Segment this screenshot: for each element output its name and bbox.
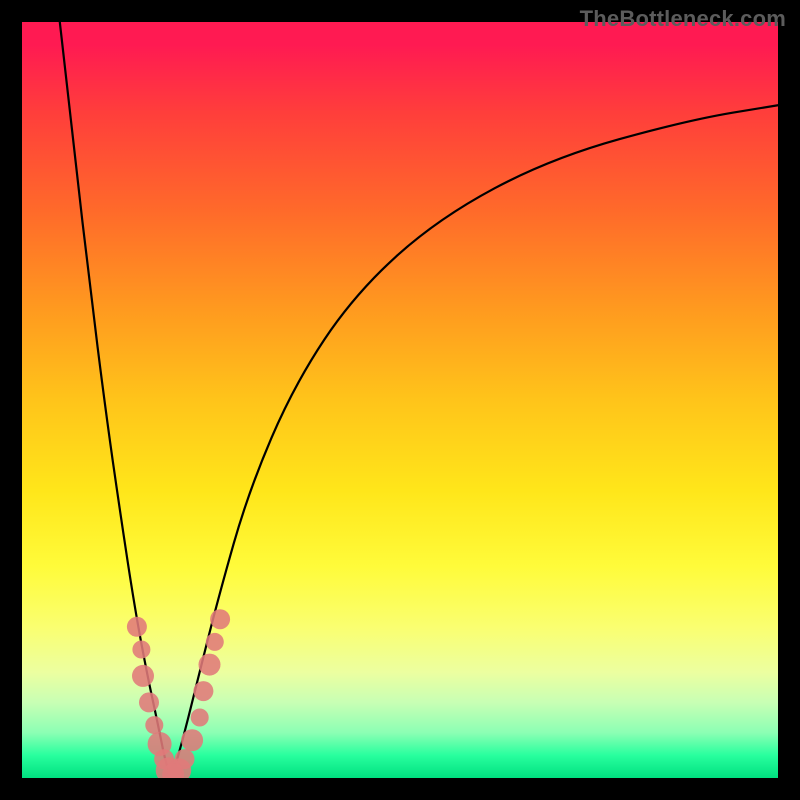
chart-frame: TheBottleneck.com bbox=[0, 0, 800, 800]
sample-point bbox=[210, 609, 230, 629]
sample-points-group bbox=[127, 609, 230, 778]
watermark-text: TheBottleneck.com bbox=[580, 6, 786, 32]
sample-point bbox=[145, 716, 163, 734]
chart-svg bbox=[22, 22, 778, 778]
curve-right-branch bbox=[172, 105, 778, 778]
sample-point bbox=[127, 617, 147, 637]
sample-point bbox=[199, 654, 221, 676]
plot-area bbox=[22, 22, 778, 778]
sample-point bbox=[175, 749, 195, 769]
sample-point bbox=[139, 692, 159, 712]
sample-point bbox=[132, 665, 154, 687]
sample-point bbox=[206, 633, 224, 651]
sample-point bbox=[191, 709, 209, 727]
sample-point bbox=[193, 681, 213, 701]
curve-left-branch bbox=[60, 22, 172, 778]
sample-point bbox=[132, 641, 150, 659]
sample-point bbox=[181, 729, 203, 751]
